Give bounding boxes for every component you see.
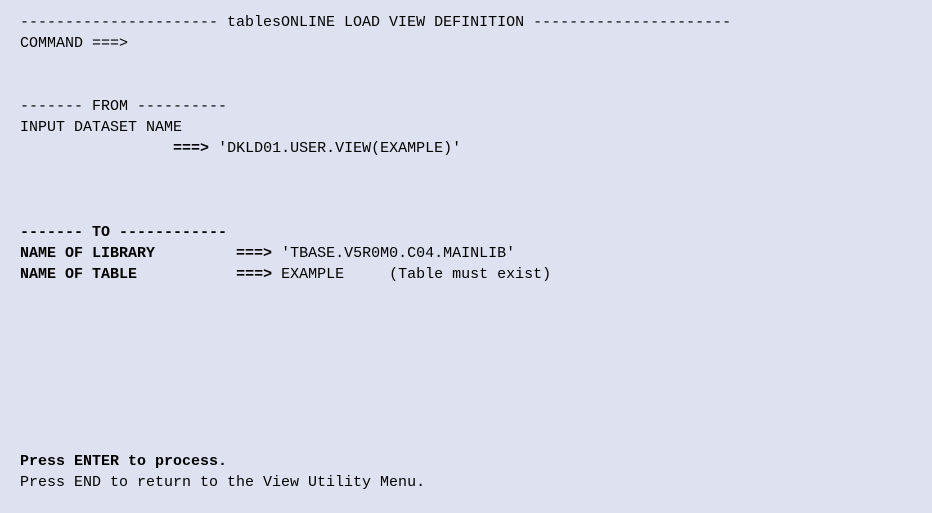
command-input[interactable] [137,35,687,52]
library-prompt: ===> [236,245,272,262]
library-label: NAME OF LIBRARY [20,245,155,262]
dataset-prompt: ===> [173,140,209,157]
input-dataset-label: INPUT DATASET NAME [20,117,912,138]
table-label: NAME OF TABLE [20,266,137,283]
screen-title: ---------------------- tablesONLINE LOAD… [20,12,912,33]
from-section-header: ------- FROM ---------- [20,96,912,117]
table-hint: (Table must exist) [389,266,551,283]
to-section-header: ------- TO ------------ [20,222,912,243]
enter-instruction: Press ENTER to process. [20,451,425,472]
footer: Press ENTER to process. Press END to ret… [20,451,425,493]
table-value[interactable]: EXAMPLE [281,266,344,283]
end-instruction: Press END to return to the View Utility … [20,472,425,493]
command-line: COMMAND ===> [20,33,912,54]
table-prompt: ===> [236,266,272,283]
dataset-value[interactable]: 'DKLD01.USER.VIEW(EXAMPLE)' [218,140,461,157]
command-label: COMMAND ===> [20,35,128,52]
library-value[interactable]: 'TBASE.V5R0M0.C04.MAINLIB' [281,245,515,262]
